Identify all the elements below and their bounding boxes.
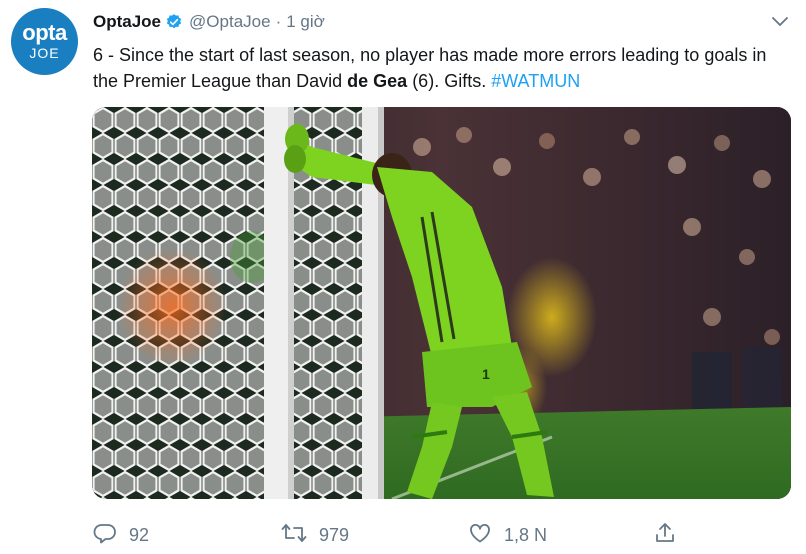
tweet-actions: 92 979 1,8 N	[93, 520, 683, 550]
tweet-text-tail: (6). Gifts.	[407, 71, 492, 91]
avatar-text-opta: opta	[22, 19, 67, 45]
share-icon	[653, 521, 677, 550]
like-button[interactable]: 1,8 N	[468, 520, 547, 550]
tweet-text-bold: de Gea	[347, 71, 408, 91]
tweet-header: OptaJoe @OptaJoe · 1 giờ	[93, 10, 325, 34]
tweet-photo[interactable]: 1	[92, 107, 791, 499]
retweet-button[interactable]: 979	[281, 520, 349, 550]
reply-icon	[93, 521, 117, 550]
verified-badge-icon	[165, 13, 183, 31]
avatar-text-joe: JOE	[29, 44, 60, 61]
reply-count: 92	[129, 524, 150, 545]
goalkeeper-photo: 1	[92, 107, 791, 499]
share-button[interactable]	[653, 520, 677, 550]
retweet-count: 979	[319, 524, 350, 545]
separator-dot: ·	[275, 12, 282, 31]
tweet-text: 6 - Since the start of last season, no p…	[93, 42, 793, 94]
reply-button[interactable]: 92	[93, 520, 149, 550]
hashtag-link[interactable]: #WATMUN	[491, 71, 580, 91]
avatar[interactable]: opta JOE	[11, 8, 78, 75]
user-handle[interactable]: @OptaJoe	[189, 12, 271, 32]
like-count: 1,8 N	[504, 524, 548, 545]
timestamp[interactable]: 1 giờ	[286, 12, 325, 32]
chevron-down-icon[interactable]	[770, 14, 790, 30]
shirt-number: 1	[482, 366, 490, 382]
display-name[interactable]: OptaJoe	[93, 12, 161, 32]
retweet-icon	[281, 521, 307, 550]
like-icon	[468, 521, 492, 550]
